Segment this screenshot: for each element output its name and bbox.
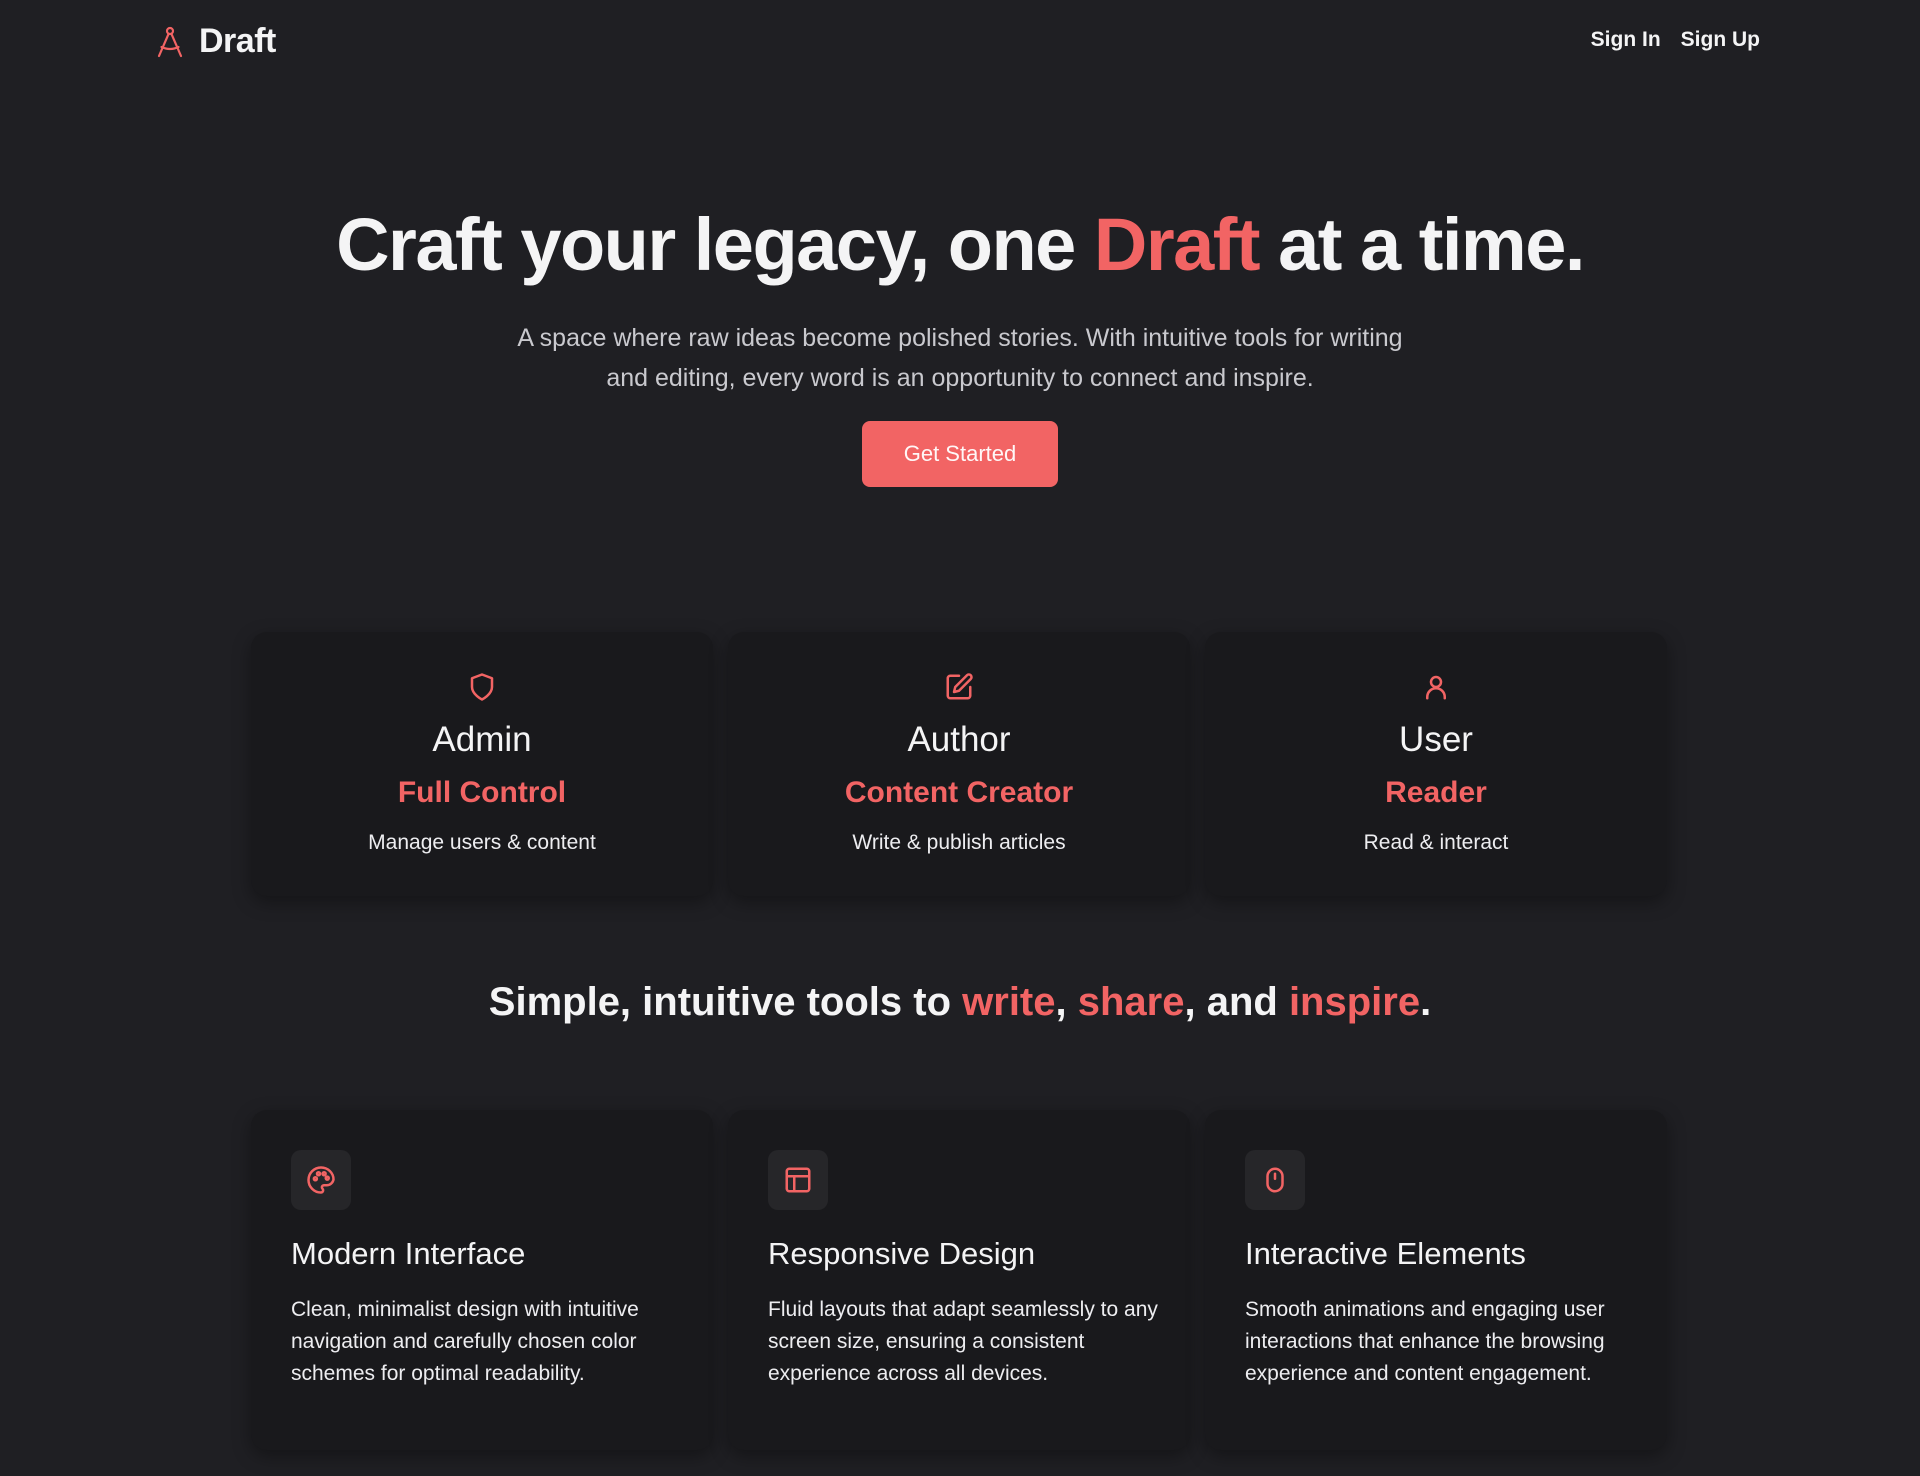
feature-description: Clean, minimalist design with intuitive … [291, 1298, 639, 1385]
role-title: Author [907, 720, 1011, 759]
edit-icon [728, 672, 1190, 702]
role-description: Manage users & content [368, 831, 596, 854]
tools-heading-suffix: . [1420, 980, 1432, 1024]
mouse-icon [1245, 1150, 1305, 1210]
role-description: Read & interact [1363, 831, 1509, 854]
feature-card-interactive-elements: Interactive Elements Smooth animations a… [1205, 1110, 1667, 1450]
brand-name: Draft [199, 22, 276, 60]
tools-heading-sep2: , and [1184, 980, 1289, 1024]
hero-title-accent: Draft [1093, 203, 1261, 286]
role-title: User [1399, 720, 1473, 759]
get-started-button[interactable]: Get Started [862, 421, 1058, 487]
layout-icon [768, 1150, 828, 1210]
role-card-user: User Reader Read & interact [1205, 632, 1667, 896]
feature-title: Modern Interface [291, 1236, 526, 1271]
sign-in-link[interactable]: Sign In [1591, 28, 1661, 52]
tools-heading-share: share [1077, 980, 1185, 1024]
role-title: Admin [432, 720, 532, 759]
feature-title: Interactive Elements [1245, 1236, 1526, 1271]
feature-title: Responsive Design [768, 1236, 1036, 1271]
hero-subtitle: A space where raw ideas become polished … [517, 324, 1403, 392]
hero-title-before: Craft your legacy, one [336, 203, 1094, 286]
tools-heading-inspire: inspire [1288, 980, 1421, 1024]
role-card-author: Author Content Creator Write & publish a… [728, 632, 1190, 896]
feature-card-responsive-design: Responsive Design Fluid layouts that ada… [728, 1110, 1190, 1450]
tools-heading-write: write [962, 980, 1056, 1024]
tools-heading: Simple, intuitive tools to write, share,… [0, 980, 1920, 1025]
tools-heading-sep1: , [1055, 980, 1078, 1024]
sign-up-link[interactable]: Sign Up [1681, 28, 1760, 52]
shield-icon [251, 672, 713, 702]
role-subtitle: Content Creator [844, 776, 1074, 809]
hero-title-after: at a time. [1259, 203, 1585, 286]
brand[interactable]: Draft [155, 22, 276, 61]
compass-logo-icon [155, 25, 185, 59]
role-card-admin: Admin Full Control Manage users & conten… [251, 632, 713, 896]
feature-description: Fluid layouts that adapt seamlessly to a… [768, 1298, 1158, 1385]
feature-description: Smooth animations and engaging user inte… [1245, 1298, 1605, 1385]
palette-icon [291, 1150, 351, 1210]
site-header: Draft Sign In Sign Up [0, 0, 1920, 84]
user-icon [1205, 672, 1667, 702]
tools-heading-prefix: Simple, intuitive tools to [488, 980, 963, 1024]
role-subtitle: Reader [1385, 776, 1487, 809]
hero-title: Craft your legacy, one Draft at a time. [0, 200, 1920, 290]
feature-card-modern-interface: Modern Interface Clean, minimalist desig… [251, 1110, 713, 1450]
role-subtitle: Full Control [397, 776, 567, 809]
role-description: Write & publish articles [852, 831, 1066, 854]
top-nav: Sign In Sign Up [1591, 28, 1760, 52]
